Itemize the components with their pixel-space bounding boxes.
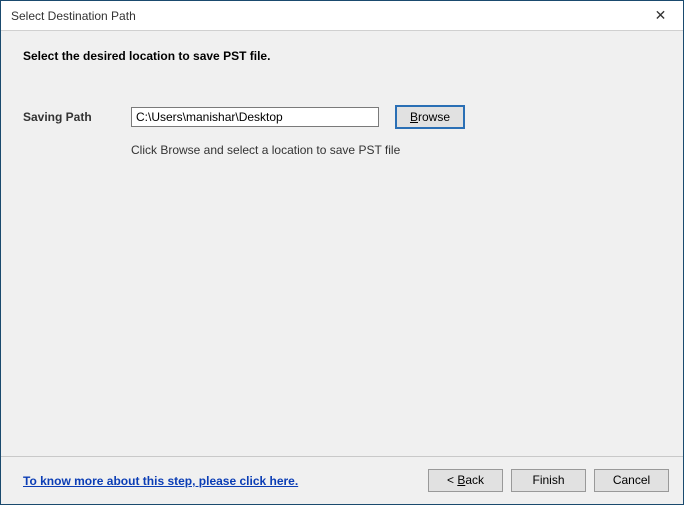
window-title: Select Destination Path (11, 9, 638, 23)
hint-text: Click Browse and select a location to sa… (131, 143, 661, 157)
help-link[interactable]: To know more about this step, please cli… (23, 474, 298, 488)
saving-path-label: Saving Path (23, 110, 131, 124)
back-rest: ack (465, 473, 484, 487)
browse-button[interactable]: Browse (395, 105, 465, 129)
dialog-window: Select Destination Path ✕ Select the des… (0, 0, 684, 505)
back-button[interactable]: < Back (428, 469, 503, 492)
browse-rest: rowse (418, 110, 450, 124)
content-area: Select the desired location to save PST … (1, 31, 683, 456)
cancel-button[interactable]: Cancel (594, 469, 669, 492)
back-prefix: < (447, 473, 457, 487)
saving-path-row: Saving Path Browse (23, 105, 661, 129)
close-icon: ✕ (655, 7, 667, 24)
close-button[interactable]: ✕ (638, 1, 683, 31)
browse-mnemonic: B (410, 110, 418, 124)
footer-bar: To know more about this step, please cli… (1, 456, 683, 504)
saving-path-input[interactable] (131, 107, 379, 127)
titlebar: Select Destination Path ✕ (1, 1, 683, 31)
instruction-text: Select the desired location to save PST … (23, 49, 661, 63)
finish-button[interactable]: Finish (511, 469, 586, 492)
